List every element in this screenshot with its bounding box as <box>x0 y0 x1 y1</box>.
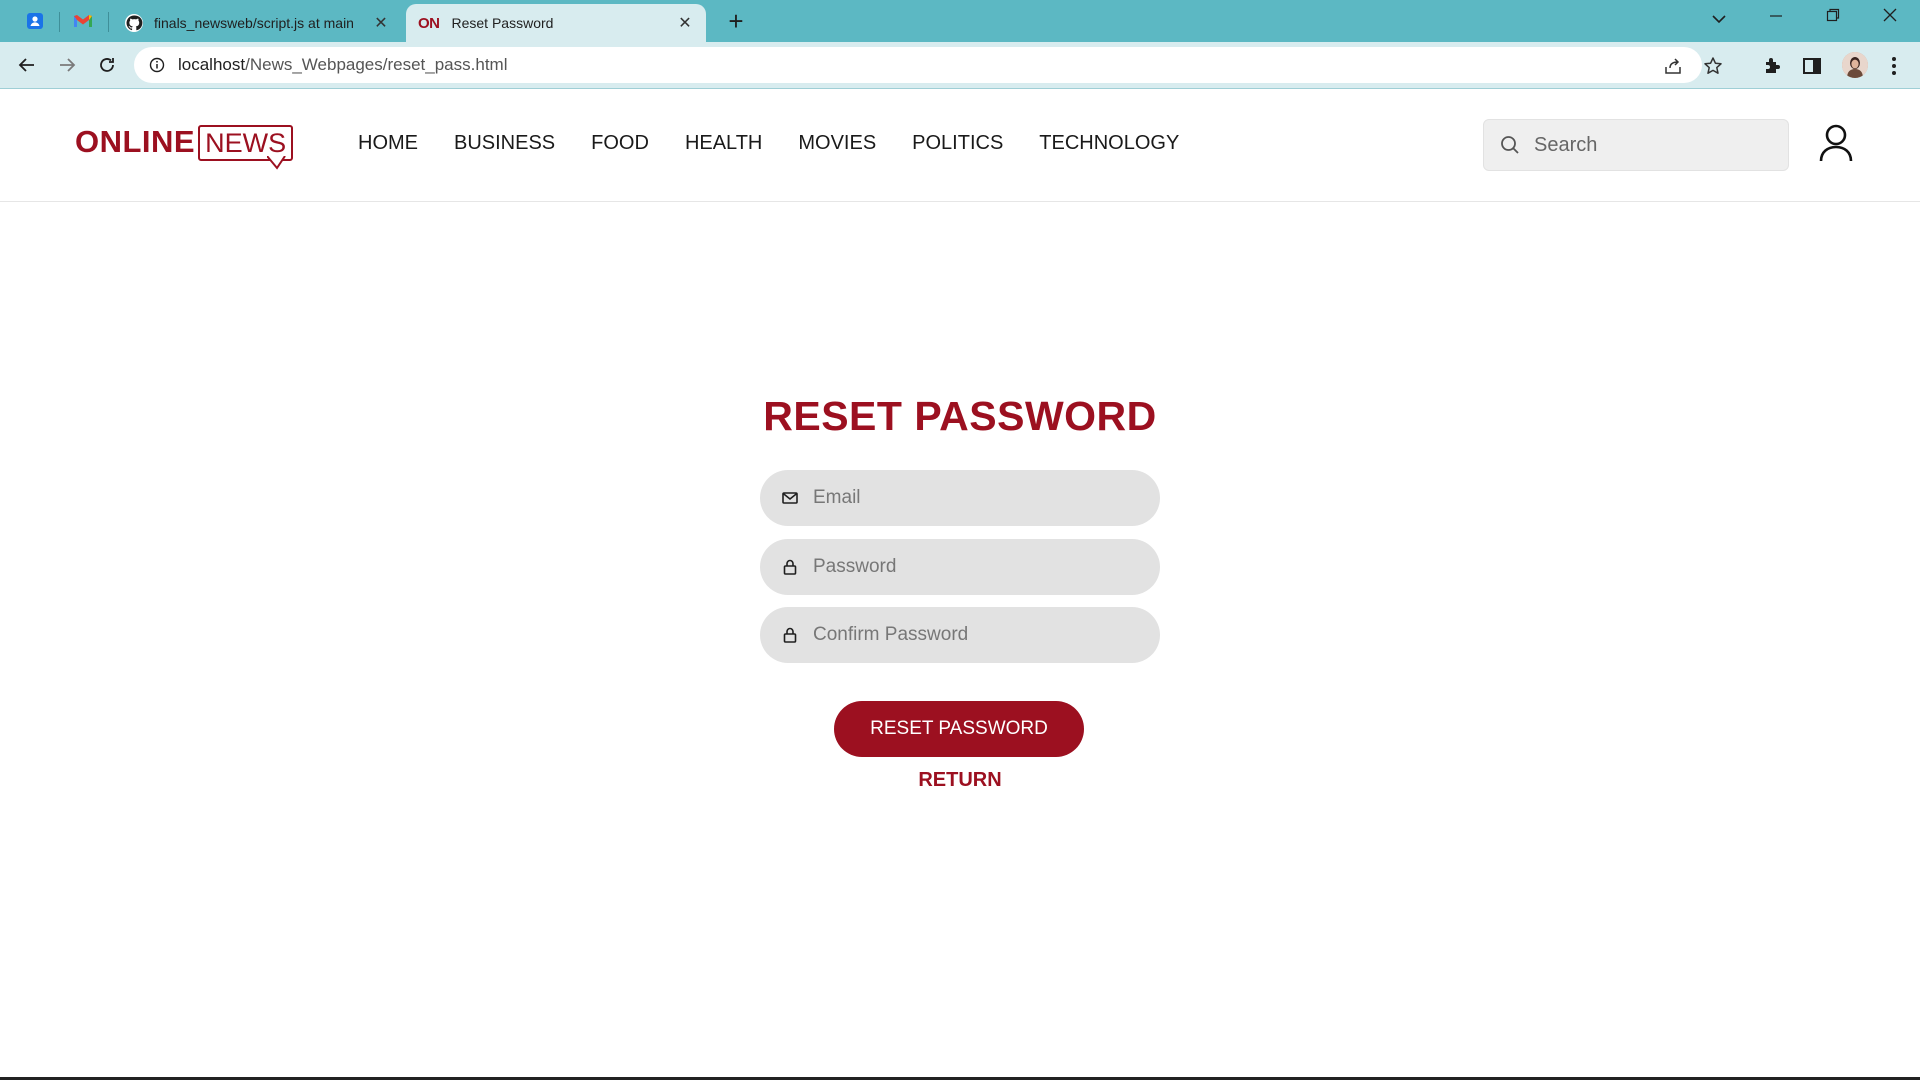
tab-reset-password[interactable]: ON Reset Password ✕ <box>406 4 706 42</box>
email-field[interactable] <box>760 470 1160 526</box>
tab-separator <box>108 12 109 32</box>
site-logo[interactable]: ONLINE NEWS <box>75 124 294 170</box>
main-nav: HOME BUSINESS FOOD HEALTH MOVIES POLITIC… <box>358 131 1215 155</box>
tab-separator <box>59 12 60 32</box>
nav-health[interactable]: HEALTH <box>685 131 762 155</box>
nav-business[interactable]: BUSINESS <box>454 131 555 155</box>
minimize-icon <box>1770 15 1782 17</box>
online-news-favicon: ON <box>418 14 440 32</box>
close-icon[interactable]: ✕ <box>676 13 694 33</box>
lock-icon <box>781 558 799 576</box>
restore-icon <box>1826 8 1840 22</box>
bookmark-star-icon[interactable] <box>1702 55 1724 77</box>
gmail-icon <box>74 15 92 27</box>
back-button[interactable] <box>13 51 41 79</box>
email-input[interactable] <box>811 486 1135 510</box>
speech-bubble-tail-icon <box>267 156 286 170</box>
reload-icon <box>100 58 114 72</box>
reset-password-button[interactable]: RESET PASSWORD <box>834 701 1084 757</box>
url-host: localhost <box>178 55 246 74</box>
site-search-input[interactable] <box>1532 132 1776 158</box>
menu-dots-icon[interactable] <box>1882 54 1906 78</box>
close-window-button[interactable] <box>1870 6 1910 27</box>
url-text: localhost/News_Webpages/reset_pass.html <box>178 55 507 75</box>
chevron-down-icon <box>1712 15 1726 24</box>
new-tab-button[interactable]: + <box>724 6 748 37</box>
site-search-box[interactable] <box>1483 119 1789 171</box>
arrow-right-icon <box>60 58 76 72</box>
tab-title: finals_newsweb/script.js at main <box>154 15 354 31</box>
info-icon[interactable] <box>148 56 166 74</box>
forward-button[interactable] <box>53 51 81 79</box>
user-account-icon[interactable] <box>1818 123 1854 163</box>
arrow-left-icon <box>18 58 34 72</box>
password-input[interactable] <box>811 555 1135 579</box>
nav-movies[interactable]: MOVIES <box>798 131 876 155</box>
search-icon <box>1498 133 1522 157</box>
lock-icon <box>781 626 799 644</box>
password-field[interactable] <box>760 539 1160 595</box>
tab-title: Reset Password <box>451 15 554 31</box>
share-icon[interactable] <box>1662 55 1684 77</box>
reload-button[interactable] <box>93 51 121 79</box>
pinned-tab-gmail[interactable] <box>70 8 96 34</box>
tab-search-button[interactable] <box>1699 8 1739 29</box>
side-panel-icon[interactable] <box>1800 54 1824 78</box>
confirm-password-field[interactable] <box>760 607 1160 663</box>
close-icon <box>1883 8 1897 22</box>
close-icon[interactable]: ✕ <box>372 13 390 33</box>
return-link[interactable]: RETURN <box>0 769 1920 792</box>
minimize-button[interactable] <box>1756 6 1796 27</box>
nav-home[interactable]: HOME <box>358 131 418 155</box>
nav-technology[interactable]: TECHNOLOGY <box>1039 131 1179 155</box>
address-bar[interactable]: localhost/News_Webpages/reset_pass.html <box>134 47 1722 83</box>
nav-food[interactable]: FOOD <box>591 131 649 155</box>
site-header: ONLINE NEWS HOME BUSINESS FOOD HEALTH MO… <box>0 89 1920 202</box>
envelope-icon <box>781 489 799 507</box>
page-title: RESET PASSWORD <box>763 393 1157 439</box>
pinned-tab-contacts[interactable] <box>22 8 48 34</box>
nav-politics[interactable]: POLITICS <box>912 131 1003 155</box>
github-icon <box>125 14 143 32</box>
logo-online-text: ONLINE <box>75 124 196 159</box>
contacts-icon <box>27 13 43 29</box>
confirm-password-input[interactable] <box>811 623 1135 647</box>
extensions-icon[interactable] <box>1760 54 1784 78</box>
url-path: /News_Webpages/reset_pass.html <box>245 55 508 74</box>
profile-avatar[interactable] <box>1842 52 1868 78</box>
browser-toolbar: localhost/News_Webpages/reset_pass.html <box>0 42 1920 89</box>
restore-button[interactable] <box>1813 6 1853 27</box>
tab-github-script[interactable]: finals_newsweb/script.js at main ✕ <box>112 4 402 42</box>
browser-tab-strip: finals_newsweb/script.js at main ✕ ON Re… <box>0 0 1920 42</box>
